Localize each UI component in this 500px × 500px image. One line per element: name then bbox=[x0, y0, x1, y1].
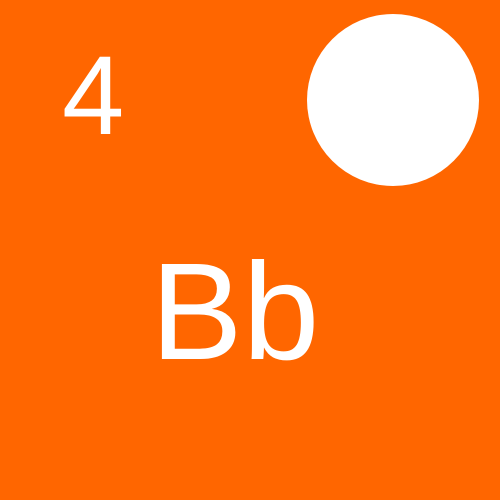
card-symbol: Bb bbox=[150, 235, 320, 389]
symbol-card: 4 Bb bbox=[0, 0, 500, 500]
filled-circle-icon bbox=[307, 14, 479, 186]
card-number: 4 bbox=[62, 33, 125, 158]
